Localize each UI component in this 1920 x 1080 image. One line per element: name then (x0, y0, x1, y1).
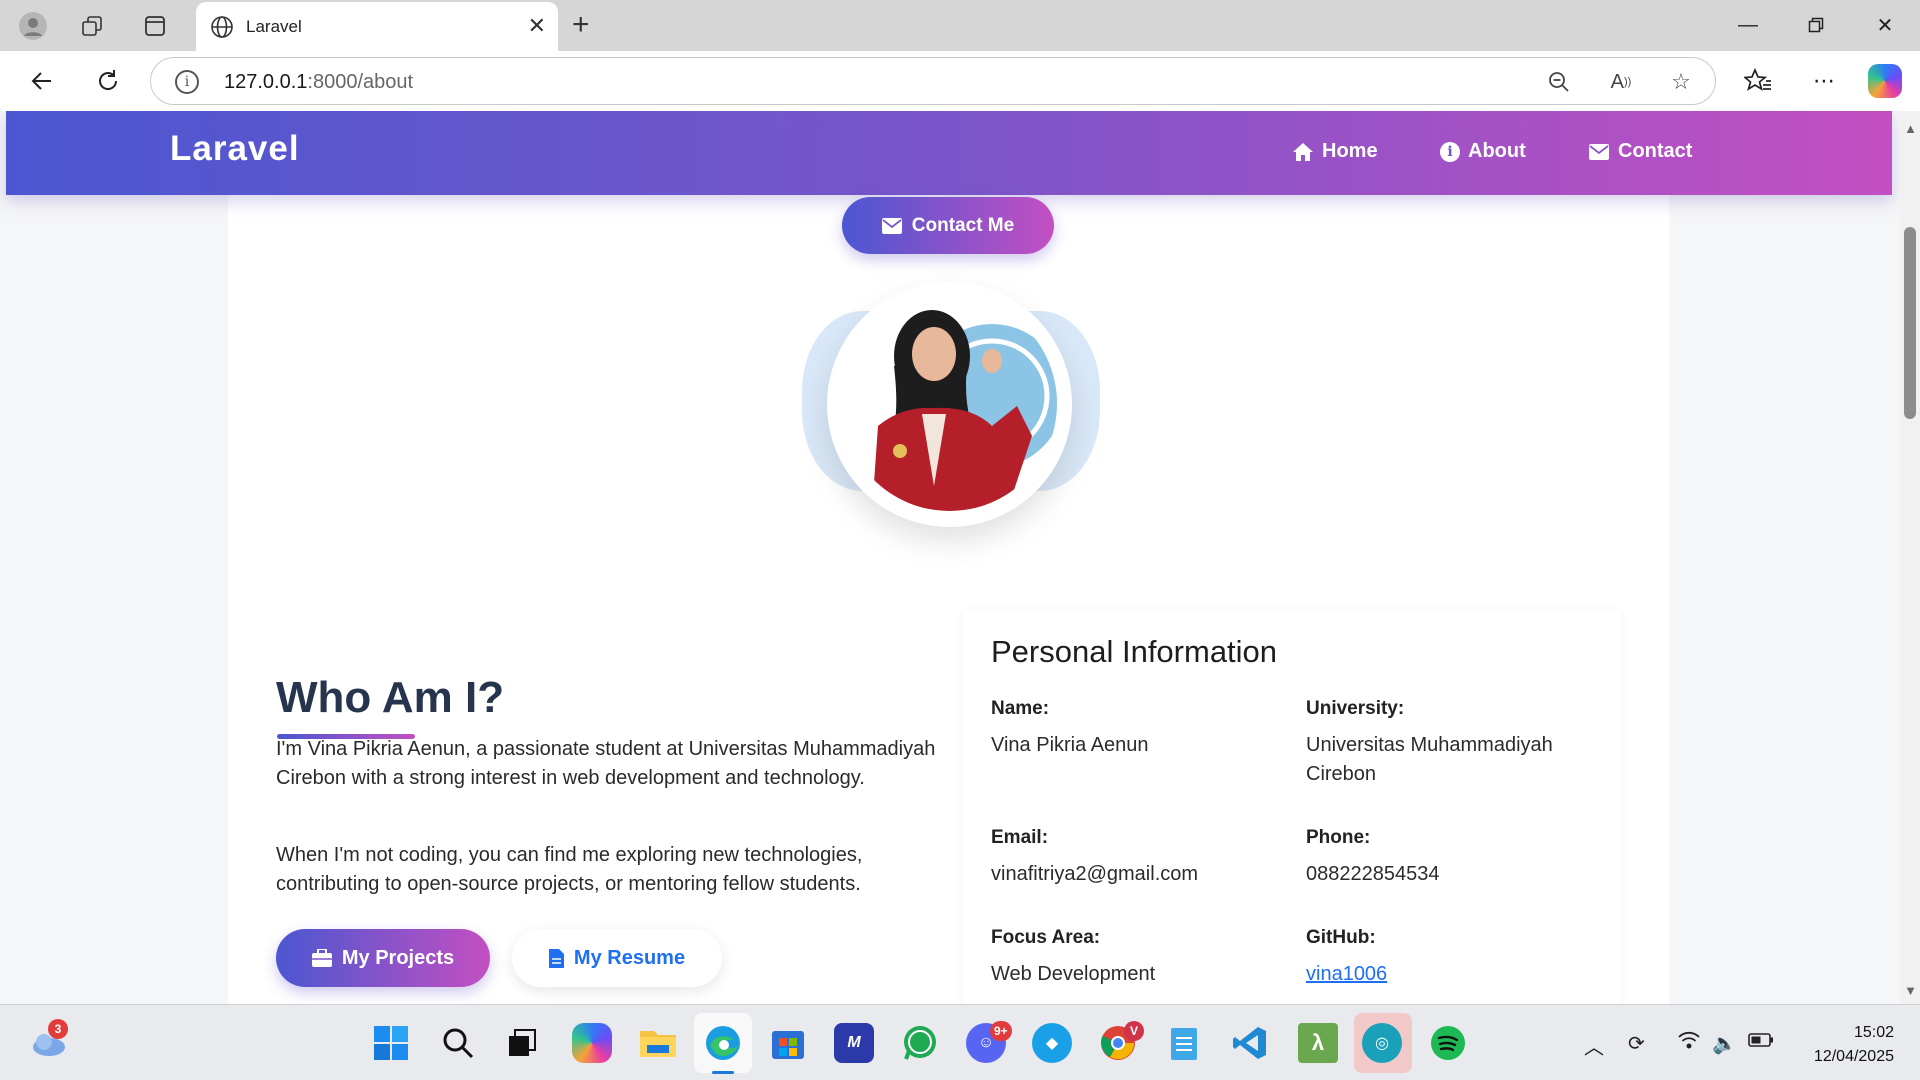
system-clock[interactable]: 15:02 12/04/2025 (1814, 1021, 1894, 1069)
discord-badge: 9+ (990, 1021, 1012, 1041)
my-resume-label: My Resume (573, 946, 686, 969)
my-projects-label: My Projects (341, 946, 455, 969)
name-label: Name: (991, 698, 1050, 719)
profile-photo (842, 296, 1057, 511)
contact-me-button[interactable]: Contact Me (842, 197, 1054, 254)
new-tab-button[interactable]: + (572, 8, 590, 42)
address-bar[interactable]: i 127.0.0.1:8000/about A)) ☆ (150, 57, 1716, 105)
info-icon: i (1440, 141, 1460, 162)
phone-value: 088222854534 (1306, 863, 1440, 885)
app-blue-icon[interactable]: ◆ (1032, 1023, 1072, 1063)
spotify-icon[interactable] (1428, 1023, 1468, 1063)
close-window-button[interactable]: ✕ (1857, 6, 1913, 44)
personal-info-title: Personal Information (991, 634, 1278, 669)
about-paragraph-2: When I'm not coding, you can find me exp… (276, 844, 863, 895)
favorites-icon[interactable] (1742, 65, 1774, 97)
chrome-profile-badge: V (1124, 1021, 1144, 1041)
workspaces-icon[interactable] (75, 9, 109, 43)
github-link[interactable]: vina1006 (1306, 963, 1387, 985)
scroll-up-arrow-icon[interactable]: ▲ (1904, 121, 1917, 136)
nav-link-home-label: Home (1322, 140, 1378, 162)
site-brand[interactable]: Laravel (170, 129, 300, 169)
profile-avatar-icon[interactable] (16, 9, 50, 43)
nav-link-contact[interactable]: Contact (1588, 140, 1692, 163)
sync-icon[interactable]: ⟳ (1628, 1031, 1645, 1056)
read-aloud-icon[interactable]: A)) (1607, 68, 1635, 96)
name-value: Vina Pikria Aenun (991, 734, 1149, 756)
focus-area-label: Focus Area: (991, 927, 1101, 948)
nav-link-about[interactable]: i About (1440, 140, 1526, 163)
nav-link-contact-label: Contact (1618, 140, 1693, 162)
notepad-icon[interactable] (1164, 1023, 1204, 1063)
visual-studio-icon[interactable]: M (834, 1023, 874, 1063)
nav-link-home[interactable]: Home (1292, 140, 1378, 163)
wifi-icon[interactable] (1678, 1031, 1700, 1055)
clock-date: 12/04/2025 (1813, 1048, 1894, 1065)
page-scrollbar[interactable]: ▲ ▼ (1900, 111, 1920, 1004)
my-projects-button[interactable]: My Projects (276, 929, 490, 987)
university-value: Universitas Muhammadiyah Cirebon (1306, 734, 1553, 785)
tab-close-icon[interactable]: ✕ (528, 13, 546, 39)
copilot-icon[interactable] (1868, 64, 1902, 98)
lambda-app-icon[interactable]: λ (1298, 1023, 1338, 1063)
about-paragraph-1: I'm Vina Pikria Aenun, a passionate stud… (276, 738, 936, 789)
scrollbar-thumb[interactable] (1904, 227, 1916, 419)
focus-area-value: Web Development (991, 963, 1156, 985)
phone-label: Phone: (1306, 827, 1371, 848)
tab-title: Laravel (246, 17, 302, 36)
minimize-button[interactable]: — (1720, 6, 1776, 44)
edge-running-indicator (712, 1071, 734, 1074)
back-button[interactable] (24, 63, 60, 99)
briefcase-icon (311, 949, 332, 967)
about-heading: Who Am I? (276, 673, 505, 722)
email-label: Email: (991, 827, 1049, 848)
more-options-icon[interactable]: ⋯ (1808, 65, 1840, 97)
vscode-icon[interactable] (1230, 1023, 1270, 1063)
start-windows-icon[interactable] (371, 1023, 411, 1063)
globe-icon (211, 16, 233, 38)
windows-taskbar: 3 M ☺ 9+ ◆ V λ ◎ ︿ ⟳ 🔈 15:02 12/04/2025 (0, 1004, 1920, 1080)
favorite-star-icon[interactable]: ☆ (1667, 68, 1695, 96)
show-hidden-icons-chevron-icon[interactable]: ︿ (1584, 1031, 1604, 1060)
screen-recorder-icon[interactable]: ◎ (1362, 1023, 1402, 1063)
volume-icon[interactable]: 🔈 (1712, 1031, 1737, 1056)
url-text[interactable]: 127.0.0.1:8000/about (224, 71, 413, 94)
contact-me-label: Contact Me (911, 214, 1015, 236)
whatsapp-icon[interactable] (900, 1023, 940, 1063)
task-view-icon[interactable] (502, 1023, 542, 1063)
site-info-icon[interactable]: i (175, 70, 199, 94)
copilot-taskbar-icon[interactable] (572, 1023, 612, 1063)
microsoft-store-icon[interactable] (768, 1023, 808, 1063)
nav-link-about-label: About (1468, 140, 1526, 162)
tab-actions-icon[interactable] (138, 9, 172, 43)
university-label: University: (1306, 698, 1405, 719)
file-explorer-icon[interactable] (638, 1023, 678, 1063)
weather-badge: 3 (48, 1019, 68, 1039)
scroll-down-arrow-icon[interactable]: ▼ (1904, 983, 1917, 998)
clock-time: 15:02 (1853, 1024, 1894, 1041)
email-value: vinafitriya2@gmail.com (991, 863, 1199, 885)
site-navbar: Laravel Home i About Contact (6, 111, 1892, 195)
restore-button[interactable] (1788, 6, 1844, 44)
refresh-button[interactable] (90, 63, 126, 99)
github-value: vina1006 (1306, 960, 1606, 989)
document-icon (548, 948, 564, 968)
edge-browser-icon[interactable] (703, 1023, 743, 1063)
my-resume-button[interactable]: My Resume (512, 929, 722, 987)
browser-toolbar: i 127.0.0.1:8000/about A)) ☆ ⋯ (0, 51, 1920, 111)
github-label: GitHub: (1306, 927, 1376, 948)
home-icon (1292, 141, 1314, 163)
envelope-icon (1588, 141, 1610, 163)
battery-icon[interactable] (1748, 1031, 1774, 1054)
browser-tab-bar: Laravel ✕ + — ✕ (0, 0, 1920, 51)
page-viewport: Laravel Home i About Contact Contact Me (0, 111, 1920, 1004)
browser-tab-active[interactable]: Laravel ✕ (196, 2, 558, 51)
envelope-icon (881, 217, 902, 234)
search-icon[interactable] (438, 1023, 478, 1063)
zoom-out-icon[interactable] (1545, 68, 1573, 96)
